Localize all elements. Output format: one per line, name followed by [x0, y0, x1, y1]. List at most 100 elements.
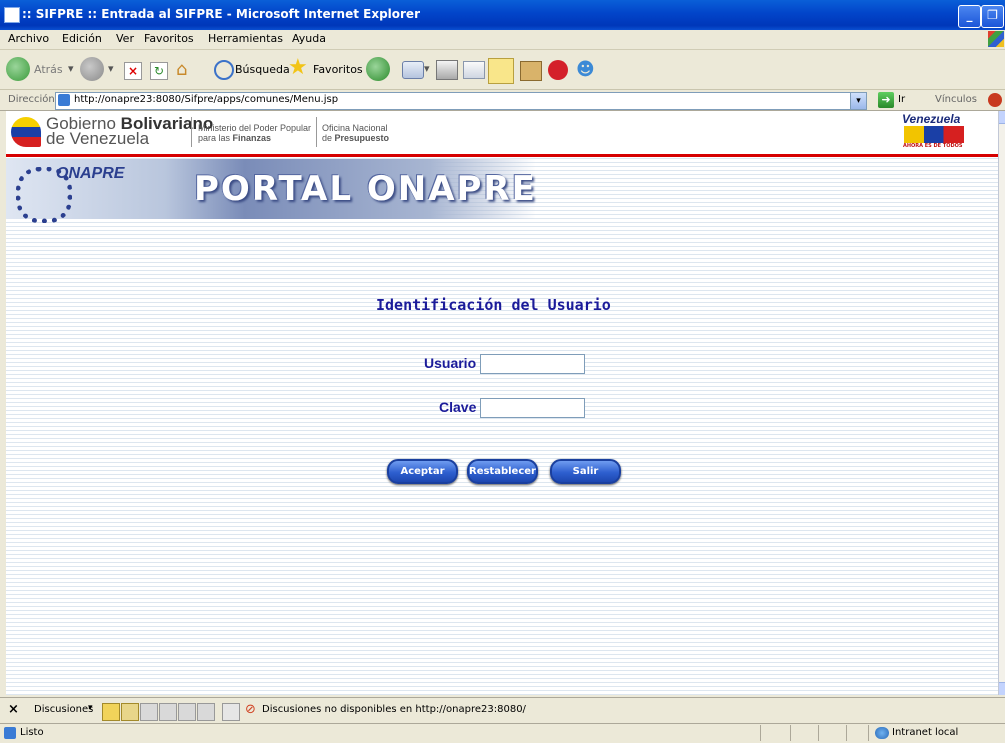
venezuela-flag-emblem-icon: [11, 117, 41, 147]
ministry-line2-prefix: para las: [198, 133, 231, 143]
discussions-status-text: Discusiones no disponibles en http://ona…: [262, 704, 526, 715]
unavailable-icon: ⊘: [245, 702, 256, 717]
gov-header: Gobierno Bolivariano de Venezuela Minist…: [6, 111, 998, 154]
toolbar: Atrás ▾ ▾ × ↻ ⌂ Búsqueda ★ Favoritos ▾ ☻: [0, 50, 1005, 90]
ministry-line1: Ministerio del Poder Popular: [198, 123, 312, 133]
back-dropdown-icon[interactable]: ▾: [68, 62, 74, 75]
office-line2: de Presupuesto: [322, 133, 389, 143]
page-content: Gobierno Bolivariano de Venezuela Minist…: [6, 111, 998, 695]
collapse-discussion-icon[interactable]: [159, 703, 177, 721]
menu-archivo[interactable]: Archivo: [8, 32, 49, 45]
go-button-label[interactable]: Ir: [898, 94, 905, 105]
status-divider: [818, 725, 819, 741]
status-divider: [846, 725, 847, 741]
vertical-scrollbar[interactable]: [998, 111, 1005, 695]
forward-dropdown-icon[interactable]: ▾: [108, 62, 114, 75]
reply-discussion-icon[interactable]: [121, 703, 139, 721]
menu-bar: Archivo Edición Ver Favoritos Herramient…: [0, 30, 1005, 50]
window-titlebar[interactable]: :: SIFPRE :: Entrada al SIFPRE - Microso…: [0, 0, 1005, 30]
portal-title: PORTAL ONAPRE: [194, 169, 537, 209]
page-icon: [58, 94, 70, 106]
login-heading: Identificación del Usuario: [376, 296, 611, 314]
gov-name-line2: de Venezuela: [46, 129, 150, 148]
show-discussion-pane-icon[interactable]: [222, 703, 240, 721]
history-icon[interactable]: [366, 57, 390, 81]
status-text: Listo: [20, 727, 44, 738]
back-button-label[interactable]: Atrás: [34, 63, 63, 76]
discussions-menu[interactable]: Discusiones: [34, 704, 93, 715]
address-input[interactable]: http://onapre23:8080/Sifpre/apps/comunes…: [55, 92, 867, 110]
mail-icon[interactable]: [402, 61, 424, 79]
back-arrow-icon[interactable]: [6, 57, 30, 81]
office-line1: Oficina Nacional: [322, 123, 388, 133]
stop-icon[interactable]: ×: [124, 62, 142, 80]
minimize-button[interactable]: _: [958, 5, 981, 28]
favorites-star-icon[interactable]: ★: [288, 56, 308, 80]
menu-herramientas[interactable]: Herramientas: [208, 32, 283, 45]
portal-banner: ONAPRE PORTAL ONAPRE: [6, 159, 537, 223]
maximize-button[interactable]: ❐: [981, 5, 1004, 28]
status-bar: Listo Intranet local: [0, 723, 1005, 743]
intranet-zone-icon: [875, 727, 889, 739]
header-divider: [191, 117, 192, 147]
office-name: Oficina Nacional de Presupuesto: [322, 123, 389, 143]
page-status-icon: [4, 727, 16, 739]
scroll-up-arrow-icon[interactable]: [999, 111, 1005, 124]
discussions-dropdown-icon[interactable]: ▾: [88, 703, 93, 713]
home-icon[interactable]: ⌂: [176, 60, 187, 80]
venezuela-brand-text: Venezuela: [902, 112, 961, 126]
address-bar: Dirección http://onapre23:8080/Sifpre/ap…: [0, 90, 1005, 111]
header-divider-2: [316, 117, 317, 147]
close-discussion-icon[interactable]: ×: [8, 702, 19, 717]
expand-discussion-icon[interactable]: [140, 703, 158, 721]
exit-button[interactable]: Salir: [550, 459, 621, 484]
search-icon[interactable]: [214, 60, 234, 80]
search-button-label[interactable]: Búsqueda: [235, 63, 290, 76]
menu-edicion[interactable]: Edición: [62, 32, 102, 45]
mail-dropdown-icon[interactable]: ▾: [424, 62, 430, 75]
security-zone-text: Intranet local: [892, 727, 959, 738]
ministry-line2-bold: Finanzas: [232, 133, 272, 143]
address-url: http://onapre23:8080/Sifpre/apps/comunes…: [74, 94, 339, 105]
password-label: Clave: [439, 399, 477, 415]
discuss-icon[interactable]: [488, 58, 514, 84]
office-line2-prefix: de: [322, 133, 333, 143]
office-line2-bold: Presupuesto: [334, 133, 390, 143]
windows-logo-icon: [988, 31, 1004, 47]
user-input[interactable]: [480, 354, 585, 374]
next-discussion-icon[interactable]: [197, 703, 215, 721]
venezuela-stars-logo-icon: [904, 126, 964, 143]
ministry-name: Ministerio del Poder Popular para las Fi…: [198, 123, 311, 143]
menu-favoritos[interactable]: Favoritos: [144, 32, 194, 45]
favorites-button-label[interactable]: Favoritos: [313, 63, 363, 76]
password-input[interactable]: [480, 398, 585, 418]
ie-page-icon: [4, 7, 20, 23]
address-dropdown-icon[interactable]: ▾: [850, 93, 866, 109]
messenger-users-icon[interactable]: ☻: [576, 59, 595, 81]
go-arrow-icon[interactable]: ➜: [878, 92, 894, 108]
research-icon[interactable]: [548, 60, 568, 80]
new-discussion-icon[interactable]: [102, 703, 120, 721]
print-icon[interactable]: [436, 60, 458, 80]
scroll-down-arrow-icon[interactable]: [999, 682, 1005, 695]
address-label: Dirección: [8, 94, 55, 105]
menu-ayuda[interactable]: Ayuda: [292, 32, 326, 45]
links-label[interactable]: Vínculos: [935, 94, 977, 105]
status-divider: [790, 725, 791, 741]
forward-arrow-icon[interactable]: [80, 57, 104, 81]
ministry-line2: para las Finanzas: [198, 133, 311, 143]
previous-discussion-icon[interactable]: [178, 703, 196, 721]
menu-ver[interactable]: Ver: [116, 32, 134, 45]
accept-button[interactable]: Aceptar: [387, 459, 458, 484]
messenger-book-icon[interactable]: [520, 61, 542, 81]
header-red-rule: [6, 154, 998, 157]
status-divider: [868, 725, 869, 741]
onapre-logo-text: ONAPRE: [56, 165, 125, 182]
user-label: Usuario: [424, 355, 477, 371]
discussion-bar: × Discusiones ▾ ⊘ Discusiones no disponi…: [0, 697, 1005, 724]
refresh-icon[interactable]: ↻: [150, 62, 168, 80]
edit-icon[interactable]: [463, 61, 485, 79]
reset-button[interactable]: Restablecer: [467, 459, 538, 484]
links-extra-icon[interactable]: [988, 93, 1002, 107]
window-title: :: SIFPRE :: Entrada al SIFPRE - Microso…: [22, 7, 420, 21]
